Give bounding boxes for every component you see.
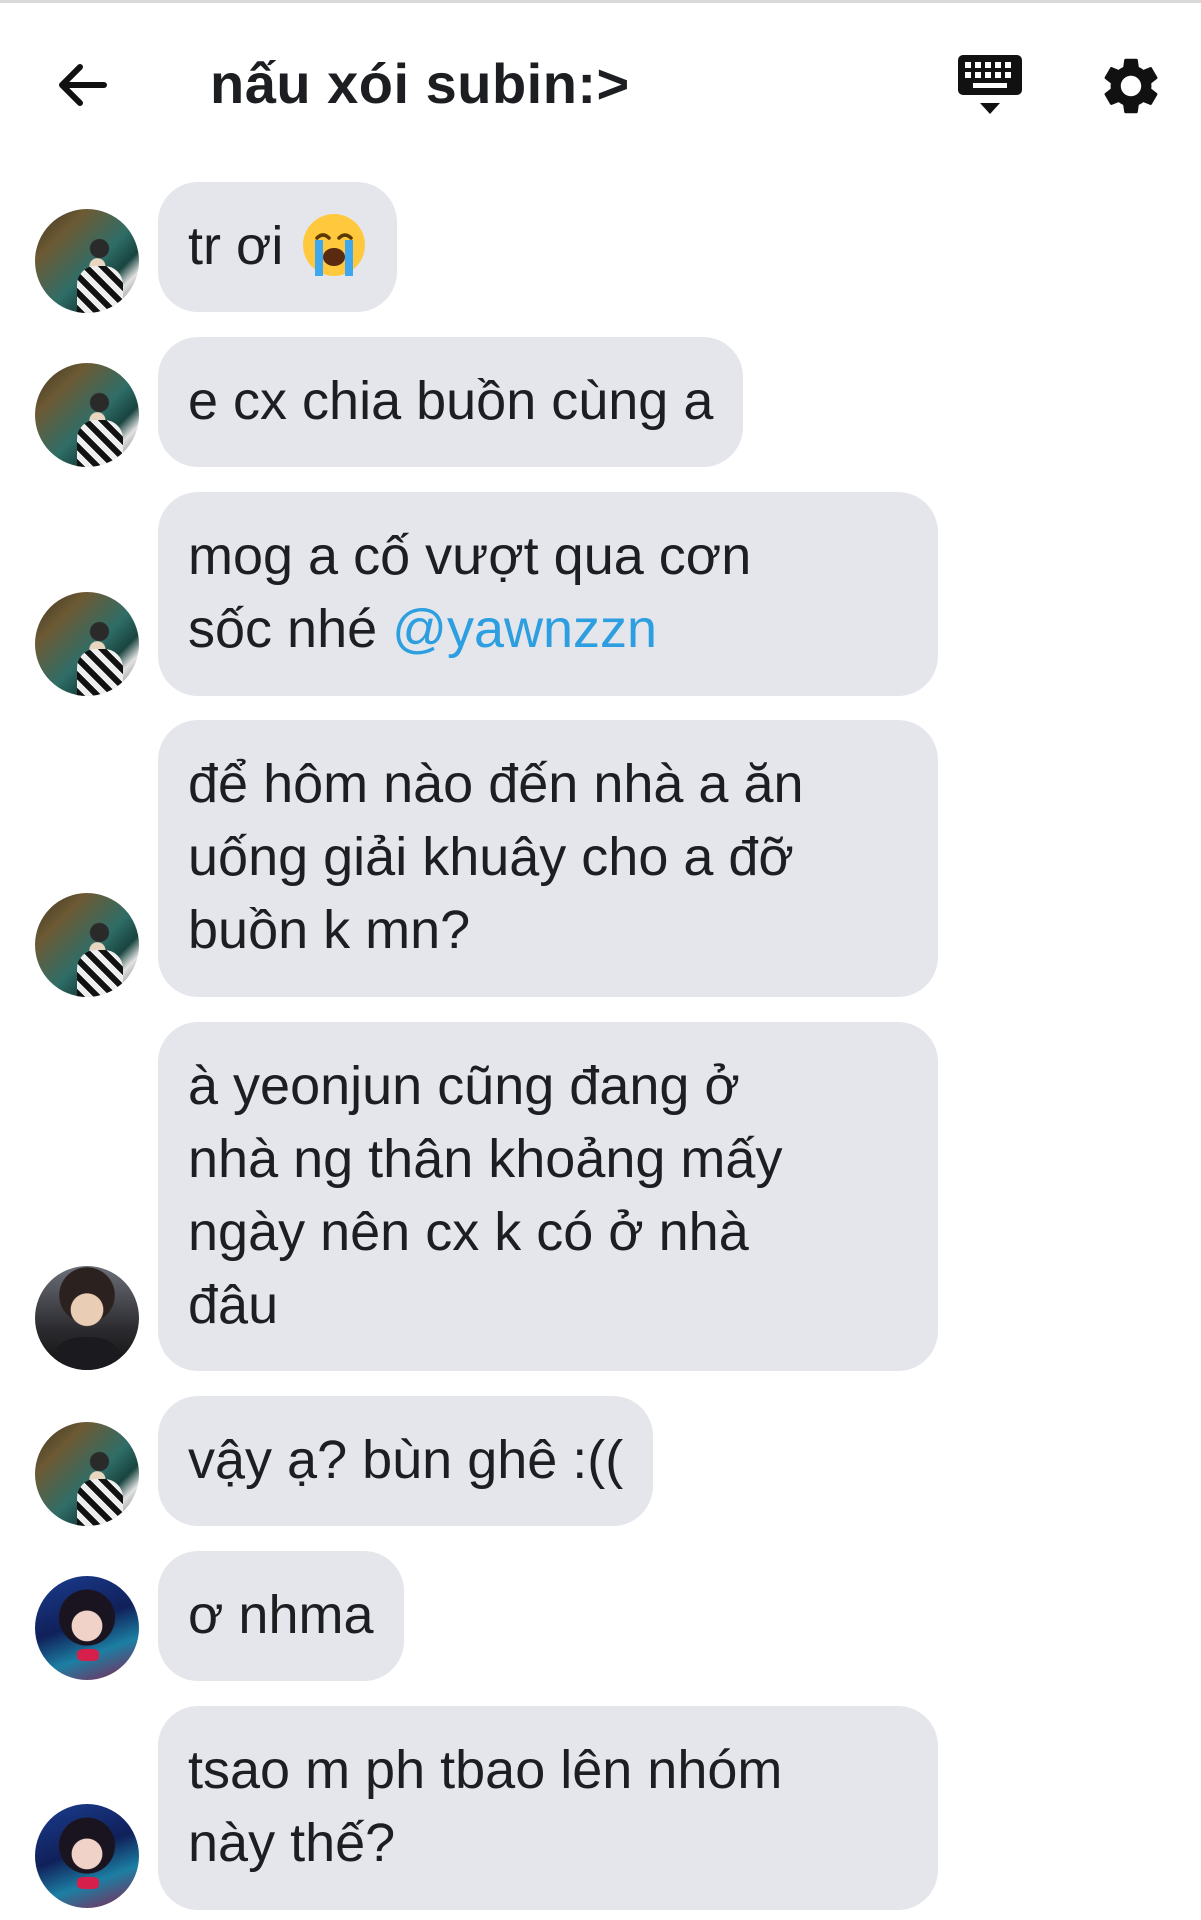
gear-icon bbox=[1104, 58, 1158, 114]
message-bubble[interactable]: để hôm nào đến nhà a ăn uống giải khuây … bbox=[158, 720, 938, 997]
avatar[interactable] bbox=[35, 1576, 139, 1680]
loudly-crying-face-icon bbox=[303, 214, 366, 276]
chat-header: nấu xói subin:> bbox=[0, 0, 1201, 170]
avatar[interactable] bbox=[35, 209, 139, 313]
avatar[interactable] bbox=[35, 893, 139, 997]
avatar[interactable] bbox=[35, 363, 139, 467]
message-bubble[interactable]: à yeonjun cũng đang ở nhà ng thân khoảng… bbox=[158, 1022, 938, 1371]
message-text: ơ nhma bbox=[188, 1585, 374, 1645]
message-bubble[interactable]: mog a cố vượt qua cơn sốc nhé @yawnzzn bbox=[158, 492, 938, 696]
message-text: e cx chia buồn cùng a bbox=[188, 371, 714, 431]
message-bubble[interactable]: e cx chia buồn cùng a bbox=[158, 337, 744, 467]
message-text: tr ơi bbox=[188, 216, 284, 276]
message-bubble[interactable]: tsao m ph tbao lên nhóm này thế? bbox=[158, 1706, 938, 1910]
message-bubble[interactable]: vậy ạ? bùn ghê :(( bbox=[158, 1396, 654, 1526]
message-text: à yeonjun cũng đang ở nhà ng thân khoảng… bbox=[188, 1056, 783, 1335]
back-button[interactable] bbox=[52, 55, 112, 115]
chat-title: nấu xói subin:> bbox=[210, 52, 630, 115]
avatar[interactable] bbox=[35, 1266, 139, 1370]
mention-link[interactable]: @yawnzzn bbox=[392, 599, 657, 659]
arrow-left-icon bbox=[59, 64, 107, 106]
settings-button[interactable] bbox=[1097, 52, 1165, 120]
message-text: để hôm nào đến nhà a ăn uống giải khuây … bbox=[188, 754, 804, 960]
keyboard-button[interactable] bbox=[955, 52, 1025, 120]
message-text: vậy ạ? bùn ghê :(( bbox=[188, 1430, 624, 1490]
message-text: tsao m ph tbao lên nhóm này thế? bbox=[188, 1740, 783, 1873]
message-bubble[interactable]: tr ơi bbox=[158, 182, 398, 312]
keyboard-icon bbox=[958, 55, 1022, 114]
avatar[interactable] bbox=[35, 1804, 139, 1908]
avatar[interactable] bbox=[35, 1422, 139, 1526]
message-bubble[interactable]: ơ nhma bbox=[158, 1551, 404, 1681]
avatar[interactable] bbox=[35, 592, 139, 696]
